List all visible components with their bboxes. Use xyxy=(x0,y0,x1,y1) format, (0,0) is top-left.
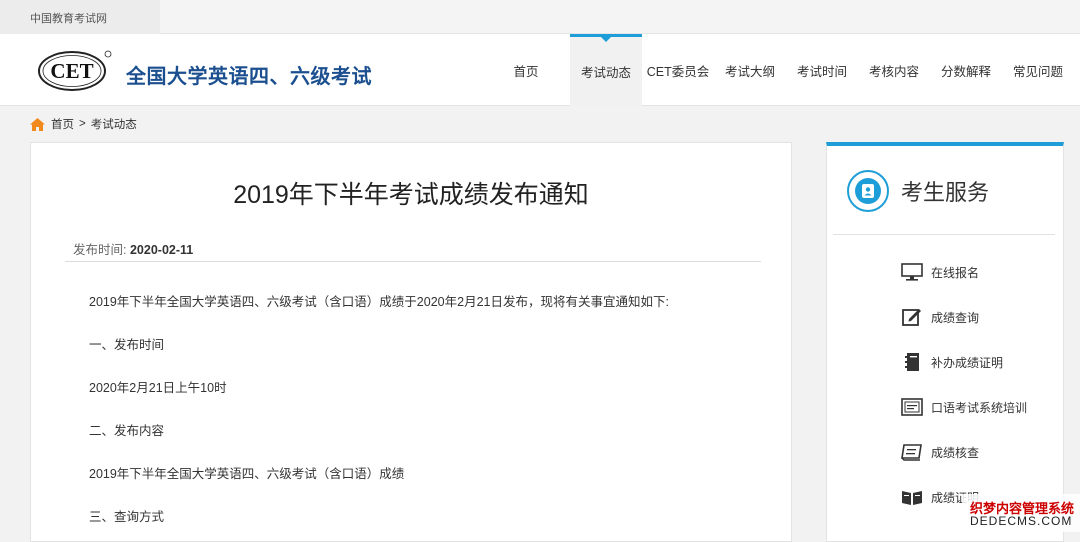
article-paragraph: 2019年下半年全国大学英语四、六级考试（含口语）成绩于2020年2月21日发布… xyxy=(89,295,669,309)
article-panel: 2019年下半年考试成绩发布通知 发布时间: 2020-02-11 2019年下… xyxy=(30,142,792,542)
nav-exam-news[interactable]: 考试动态 xyxy=(570,34,642,106)
nav-faq[interactable]: 常见问题 xyxy=(1002,34,1074,106)
logo-text: CET xyxy=(50,59,93,83)
service-label: 口语考试系统培训 xyxy=(931,400,1028,415)
nav-cet-committee[interactable]: CET委员会 xyxy=(642,34,714,106)
services-title: 考生服务 xyxy=(901,180,990,205)
service-online-registration[interactable]: 在线报名 xyxy=(901,262,979,282)
nav-syllabus[interactable]: 考试大纲 xyxy=(714,34,786,106)
notebook-icon xyxy=(901,352,923,372)
service-score-query[interactable]: 成绩查询 xyxy=(901,307,979,327)
service-label: 成绩查询 xyxy=(931,310,980,325)
breadcrumb-separator: > xyxy=(79,118,86,130)
services-header: 考生服务 xyxy=(847,170,989,212)
nav-home[interactable]: 首页 xyxy=(498,34,554,106)
monitor-icon xyxy=(901,262,923,282)
user-card-icon xyxy=(847,170,889,212)
open-book-icon xyxy=(901,487,923,507)
book-icon xyxy=(901,442,923,462)
article-paragraph: 一、发布时间 xyxy=(89,338,165,352)
cet-logo[interactable]: CET xyxy=(36,48,112,92)
nav-exam-time[interactable]: 考试时间 xyxy=(786,34,858,106)
header: CET 全国大学英语四、六级考试 首页 考试动态 CET委员会 考试大纲 考试时… xyxy=(0,34,1080,106)
article-paragraph: 2020年2月21日上午10时 xyxy=(89,381,227,395)
site-name[interactable]: 中国教育考试网 xyxy=(30,10,107,26)
article-title: 2019年下半年考试成绩发布通知 xyxy=(233,181,589,209)
publish-date: 2020-02-11 xyxy=(129,243,194,257)
main-nav: 首页 考试动态 CET委员会 考试大纲 考试时间 考核内容 分数解释 常见问题 xyxy=(498,34,1074,106)
nav-score-explain[interactable]: 分数解释 xyxy=(930,34,1002,106)
service-oral-exam-training[interactable]: 口语考试系统培训 xyxy=(901,397,1027,417)
article-divider xyxy=(65,261,761,262)
service-label: 补办成绩证明 xyxy=(931,355,1004,370)
service-score-verification[interactable]: 成绩核查 xyxy=(901,442,979,462)
article-paragraph: 二、发布内容 xyxy=(89,424,165,438)
breadcrumb: 首页 > 考试动态 xyxy=(30,116,137,132)
candidate-services-panel: 考生服务 在线报名 成绩查询 补办成绩证明 口语考试系统培训 成绩核查 成绩证明 xyxy=(826,142,1064,542)
article-paragraph: 2019年下半年全国大学英语四、六级考试（含口语）成绩 xyxy=(89,467,405,481)
service-reissue-certificate[interactable]: 补办成绩证明 xyxy=(901,352,1003,372)
screen-icon xyxy=(901,397,923,417)
article-paragraph: 三、查询方式 xyxy=(89,510,165,524)
top-bar: 中国教育考试网 xyxy=(0,0,1080,34)
breadcrumb-current[interactable]: 考试动态 xyxy=(91,116,137,132)
nav-content[interactable]: 考核内容 xyxy=(858,34,930,106)
site-brand[interactable]: 全国大学英语四、六级考试 xyxy=(126,60,372,89)
publish-meta: 发布时间: 2020-02-11 xyxy=(73,239,193,258)
edit-icon xyxy=(901,307,923,327)
service-label: 成绩核查 xyxy=(931,445,980,460)
services-divider xyxy=(833,234,1055,235)
watermark: 织梦内容管理系统 DEDECMS.COM xyxy=(962,494,1080,532)
publish-label: 发布时间: xyxy=(73,243,127,257)
service-label: 在线报名 xyxy=(931,265,980,280)
home-icon xyxy=(30,117,45,131)
breadcrumb-home[interactable]: 首页 xyxy=(51,116,74,132)
watermark-line2: DEDECMS.COM xyxy=(970,514,1073,528)
nav-gap xyxy=(554,34,570,106)
